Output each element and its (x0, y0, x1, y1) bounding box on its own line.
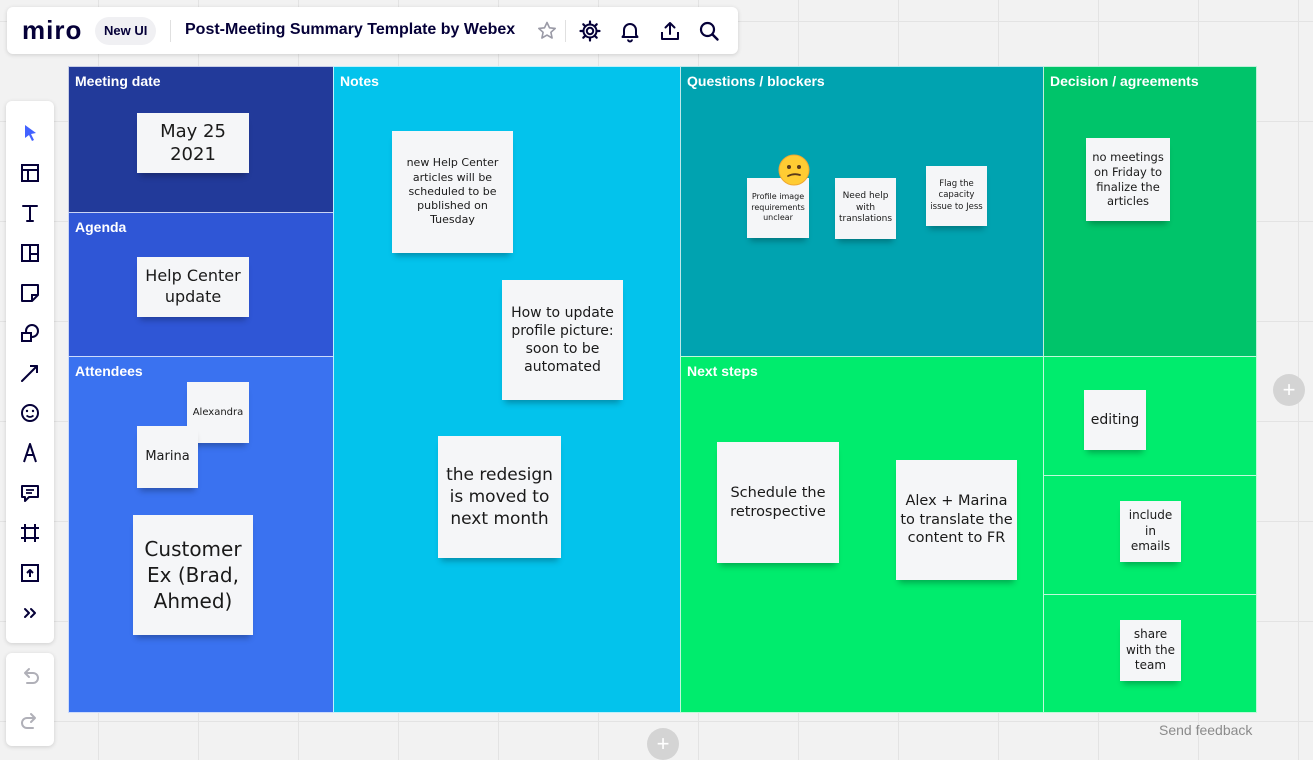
sticky-text: May 25 2021 (160, 120, 226, 165)
sticky-note[interactable]: include in emails (1120, 501, 1181, 562)
divider (170, 20, 171, 42)
text-tool-icon[interactable] (18, 201, 42, 225)
sticky-text: How to update profile picture: soon to b… (511, 304, 614, 376)
gear-icon[interactable] (578, 19, 602, 43)
next-steps-subsection[interactable] (1043, 356, 1257, 476)
sticky-text: no meetings on Friday to finalize the ar… (1092, 149, 1164, 209)
top-bar: miro New UI Post-Meeting Summary Templat… (7, 7, 738, 54)
sticky-text: Schedule the retrospective (730, 484, 826, 520)
sticky-note[interactable]: editing (1084, 390, 1146, 450)
sticky-note[interactable]: Marina (137, 426, 198, 488)
sticky-note[interactable]: no meetings on Friday to finalize the ar… (1086, 138, 1170, 221)
sticky-text: Need help with translations (838, 190, 893, 225)
divider (565, 20, 566, 42)
sticky-note[interactable]: Profile image requirements unclear (747, 178, 809, 238)
sticky-text: Profile image requirements unclear (751, 192, 805, 223)
sticky-text: Marina (145, 448, 190, 464)
select-cursor-icon[interactable] (18, 121, 42, 145)
sticky-text: editing (1090, 411, 1140, 428)
sticky-text: include in emails (1128, 508, 1173, 554)
sticky-text: Alex + Marina to translate the content t… (900, 492, 1013, 547)
undo-icon[interactable] (18, 665, 42, 689)
frame-icon[interactable] (18, 521, 42, 545)
search-icon[interactable] (697, 19, 721, 43)
section-title: Notes (340, 73, 379, 89)
sticky-text: Help Center update (145, 266, 241, 306)
sticky-note-icon[interactable] (18, 281, 42, 305)
card-icon[interactable] (18, 241, 42, 265)
sticky-text: share with the team (1126, 627, 1175, 673)
sticky-note[interactable]: Flag the capacity issue to Jess (926, 166, 987, 226)
add-row-plus-icon[interactable]: + (647, 728, 679, 760)
sticky-note[interactable]: the redesign is moved to next month (438, 436, 561, 558)
send-feedback-link[interactable]: Send feedback (1159, 722, 1252, 738)
board-title[interactable]: Post-Meeting Summary Template by Webex (185, 21, 515, 39)
star-icon[interactable] (535, 19, 559, 43)
line-arrow-icon[interactable] (18, 361, 42, 385)
bell-icon[interactable] (618, 19, 642, 43)
left-toolbar (6, 101, 54, 643)
pen-icon[interactable] (18, 441, 42, 465)
section-title: Meeting date (75, 73, 161, 89)
shapes-icon[interactable] (18, 321, 42, 345)
sticky-text: Alexandra (192, 407, 244, 418)
sticky-text: Flag the capacity issue to Jess (930, 179, 983, 212)
more-tools-icon[interactable] (18, 601, 42, 625)
templates-icon[interactable] (18, 161, 42, 185)
upload-icon[interactable] (18, 561, 42, 585)
sticky-note[interactable]: new Help Center articles will be schedul… (392, 131, 513, 253)
sticky-note[interactable]: May 25 2021 (137, 113, 249, 173)
sticky-note[interactable]: How to update profile picture: soon to b… (502, 280, 623, 400)
new-ui-badge[interactable]: New UI (95, 17, 157, 45)
confused-face-emoji-icon[interactable] (778, 154, 810, 186)
sticky-note[interactable]: share with the team (1120, 620, 1181, 681)
sticky-text: the redesign is moved to next month (446, 464, 553, 530)
sticky-note[interactable]: Schedule the retrospective (717, 442, 839, 563)
sticky-note[interactable]: Customer Ex (Brad, Ahmed) (133, 515, 253, 635)
redo-icon[interactable] (18, 710, 42, 734)
emoji-sticker-icon[interactable] (18, 401, 42, 425)
comment-icon[interactable] (18, 481, 42, 505)
sticky-note[interactable]: Alex + Marina to translate the content t… (896, 460, 1017, 580)
undo-redo-bar (6, 653, 54, 746)
section-title: Attendees (75, 363, 143, 379)
section-title: Decision / agreements (1050, 73, 1199, 89)
sticky-text: new Help Center articles will be schedul… (406, 156, 499, 227)
share-upload-icon[interactable] (658, 19, 682, 43)
section-title: Questions / blockers (687, 73, 825, 89)
section-title: Next steps (687, 363, 758, 379)
miro-logo[interactable]: miro (22, 15, 82, 46)
section-title: Agenda (75, 219, 127, 235)
add-column-plus-icon[interactable]: + (1273, 374, 1305, 406)
sticky-note[interactable]: Help Center update (137, 257, 249, 317)
sticky-text: Customer Ex (Brad, Ahmed) (144, 537, 242, 613)
sticky-note[interactable]: Need help with translations (835, 178, 896, 239)
